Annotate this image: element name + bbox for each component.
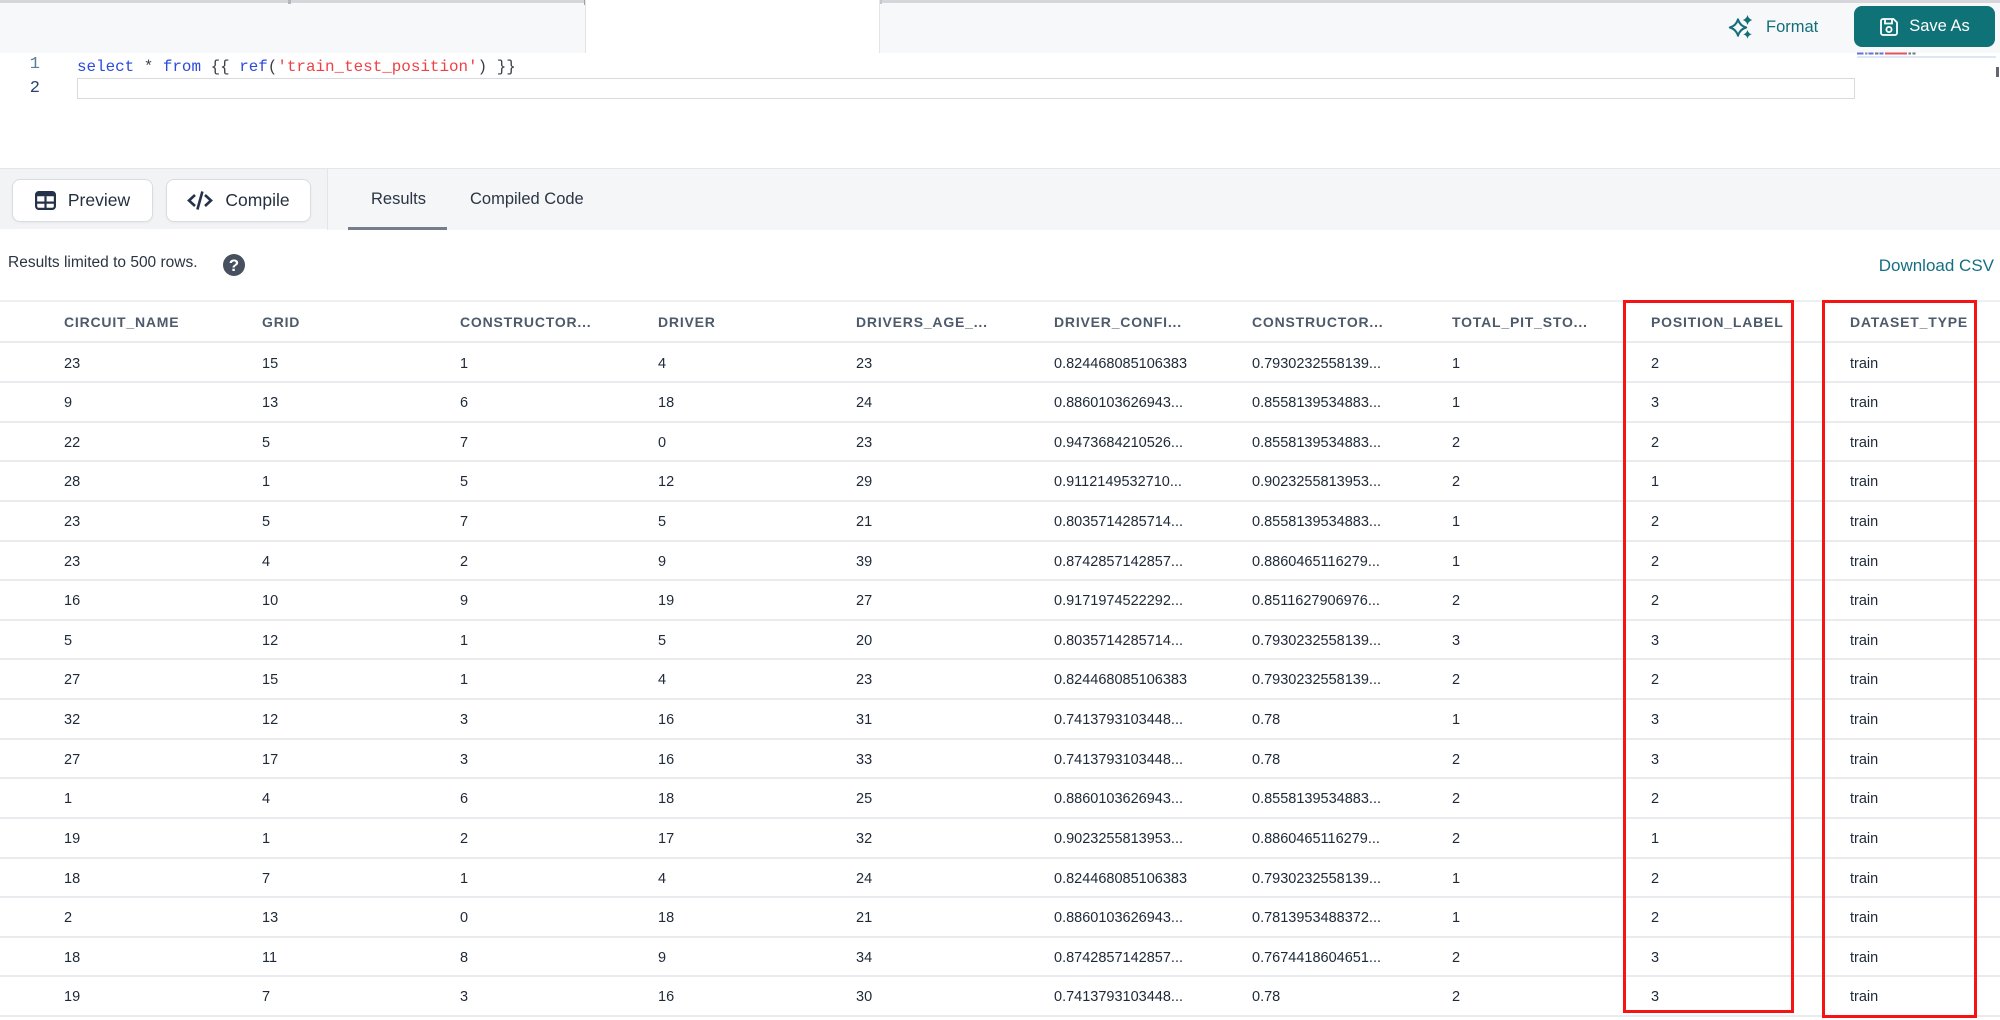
svg-text:?: ?: [229, 256, 239, 275]
